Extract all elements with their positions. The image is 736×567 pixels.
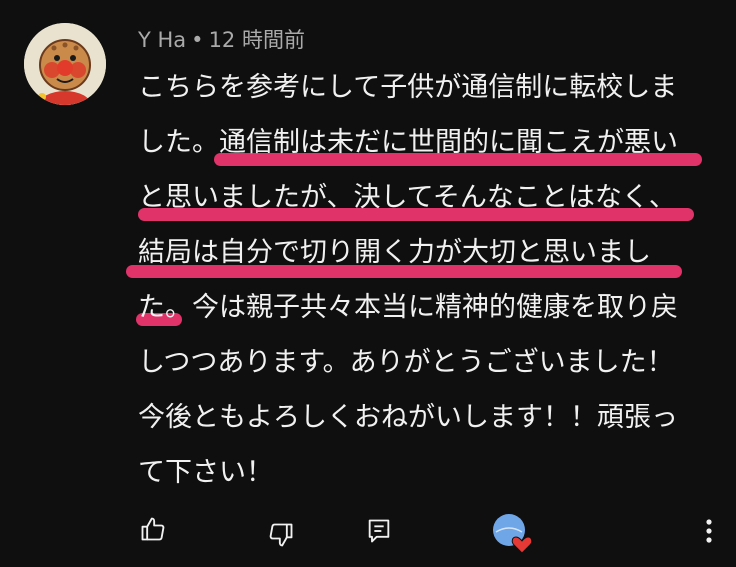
comment-line: 今後ともよろしくおねがいします！！頑張っ	[138, 390, 713, 445]
comment-body: こちらを参考にして子供が通信制に転校しま した。通信制は未だに世間的に聞こえが悪…	[126, 60, 713, 500]
comment-line: しつつあります。ありがとうございました！	[138, 335, 713, 390]
dislike-button[interactable]	[264, 518, 298, 552]
comment-line: た。今は親子共々本当に精神的健康を取り戻	[136, 280, 713, 335]
creator-heart[interactable]	[490, 510, 536, 556]
reply-icon	[368, 519, 390, 543]
comment-line-text: しつつあります。ありがとうございました！	[138, 347, 674, 378]
comment-line: こちらを参考にして子供が通信制に転校しま	[138, 60, 713, 115]
comment-line: 結局は自分で切り開く力が大切と思いまし	[126, 225, 713, 280]
comment-line-text: こちらを参考にして子供が通信制に転校しま	[138, 72, 678, 103]
commenter-avatar[interactable]	[24, 23, 106, 105]
author-name[interactable]: Y Ha	[138, 28, 186, 52]
comment-line-text: と思いましたが、決してそんなことはなく、	[138, 182, 676, 213]
thumbs-up-icon	[141, 517, 165, 541]
meta-separator: •	[191, 28, 204, 52]
creator-heart-icon	[511, 536, 533, 554]
comment-line-text: 結局は自分で切り開く力が大切と思いまし	[138, 237, 651, 268]
comment-line-text: した。通信制は未だに世間的に聞こえが悪い	[138, 127, 678, 158]
more-options-button[interactable]	[694, 514, 724, 548]
like-button[interactable]	[136, 512, 170, 546]
comment-line: した。通信制は未だに世間的に聞こえが悪い	[138, 115, 713, 170]
comment-line-text: て下さい！	[138, 457, 273, 488]
comment-line: て下さい！	[138, 445, 713, 500]
comment-meta: Y Ha • 12 時間前	[138, 25, 305, 55]
thumbs-down-icon	[269, 523, 293, 547]
more-vertical-icon	[706, 519, 712, 543]
comment-line-text: 今後ともよろしくおねがいします！！頑張っ	[138, 402, 678, 433]
comment-timestamp[interactable]: 12 時間前	[209, 28, 305, 52]
comment-line-text: た。今は親子共々本当に精神的健康を取り戻	[138, 292, 678, 323]
reply-button[interactable]	[362, 514, 396, 548]
comment-line: と思いましたが、決してそんなことはなく、	[138, 170, 713, 225]
comment-actions	[0, 508, 736, 558]
